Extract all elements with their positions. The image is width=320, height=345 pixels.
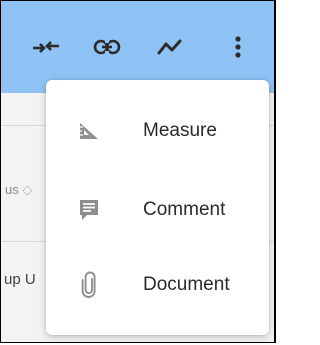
comment-icon <box>76 197 102 223</box>
row-status-label: us ◇ <box>5 182 33 197</box>
paperclip-icon <box>76 271 102 298</box>
menu-item-label: Measure <box>143 120 217 141</box>
more-vert-icon[interactable] <box>229 31 247 63</box>
trend-line-icon[interactable] <box>155 31 185 63</box>
menu-item-comment[interactable]: Comment <box>46 178 269 242</box>
menu-item-label: Comment <box>143 199 226 220</box>
menu-item-label: Document <box>143 274 230 295</box>
link-icon[interactable] <box>91 31 123 63</box>
overflow-menu: Measure Comment Document <box>46 80 269 335</box>
row-group-label: up U <box>4 271 36 288</box>
viewport-frame: us ◇ up U Measure Comment Document <box>0 0 276 343</box>
menu-item-document[interactable]: Document <box>46 253 269 317</box>
menu-item-measure[interactable]: Measure <box>46 99 269 163</box>
ruler-triangle-icon <box>76 118 102 144</box>
collapse-arrows-icon[interactable] <box>29 31 63 63</box>
